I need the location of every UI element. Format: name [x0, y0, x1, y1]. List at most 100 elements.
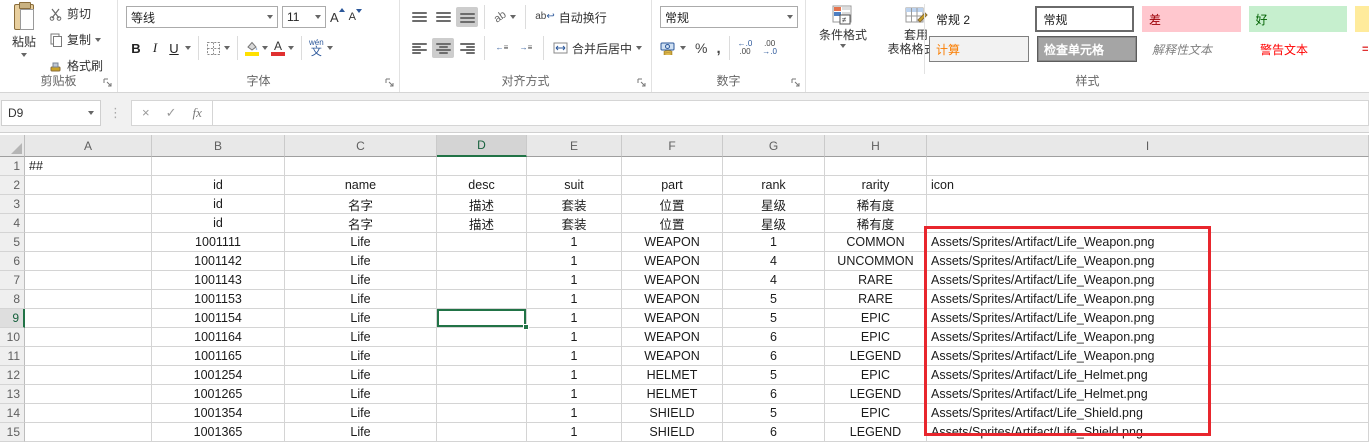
cancel-button[interactable]: ×: [142, 105, 150, 120]
name-box[interactable]: D9: [1, 100, 101, 126]
alignment-dialog-launcher[interactable]: [637, 78, 647, 88]
underline-caret-icon[interactable]: [185, 46, 191, 50]
cell-B13[interactable]: 1001265: [152, 385, 285, 404]
wrap-text-button[interactable]: ab↩ 自动换行: [532, 8, 610, 27]
cell-E10[interactable]: 1: [527, 328, 622, 347]
row-header-5[interactable]: 5: [0, 233, 25, 252]
cell-B15[interactable]: 1001365: [152, 423, 285, 442]
cell-F6[interactable]: WEAPON: [622, 252, 723, 271]
cell-D13[interactable]: [437, 385, 527, 404]
cell-A9[interactable]: [25, 309, 152, 328]
cell-I8[interactable]: Assets/Sprites/Artifact/Life_Weapon.png: [927, 290, 1369, 309]
col-header-E[interactable]: E: [527, 135, 622, 157]
align-bottom-button[interactable]: [456, 7, 478, 27]
cell-B6[interactable]: 1001142: [152, 252, 285, 271]
cell-C5[interactable]: Life: [285, 233, 437, 252]
cell-C6[interactable]: Life: [285, 252, 437, 271]
cell-A6[interactable]: [25, 252, 152, 271]
decrease-font-size-button[interactable]: A: [349, 11, 362, 23]
style-chip-good[interactable]: 好: [1249, 6, 1347, 32]
cell-E14[interactable]: 1: [527, 404, 622, 423]
cell-G1[interactable]: [723, 157, 825, 176]
cell-F7[interactable]: WEAPON: [622, 271, 723, 290]
cell-G4[interactable]: 星级: [723, 214, 825, 233]
cell-E7[interactable]: 1: [527, 271, 622, 290]
accounting-format-button[interactable]: [660, 42, 676, 55]
cell-E13[interactable]: 1: [527, 385, 622, 404]
col-header-G[interactable]: G: [723, 135, 825, 157]
cell-E3[interactable]: 套装: [527, 195, 622, 214]
cell-B4[interactable]: id: [152, 214, 285, 233]
cell-H8[interactable]: RARE: [825, 290, 927, 309]
fill-handle[interactable]: [523, 324, 529, 330]
cell-I13[interactable]: Assets/Sprites/Artifact/Life_Helmet.png: [927, 385, 1369, 404]
col-header-I[interactable]: I: [927, 135, 1369, 157]
font-name-combo[interactable]: 等线: [126, 6, 278, 28]
cell-B12[interactable]: 1001254: [152, 366, 285, 385]
style-chip-partial-top[interactable]: [1355, 6, 1369, 32]
cell-I9[interactable]: Assets/Sprites/Artifact/Life_Weapon.png: [927, 309, 1369, 328]
cell-A8[interactable]: [25, 290, 152, 309]
cell-C1[interactable]: [285, 157, 437, 176]
cell-B1[interactable]: [152, 157, 285, 176]
enter-button[interactable]: ✓: [166, 105, 177, 121]
cell-G10[interactable]: 6: [723, 328, 825, 347]
align-left-button[interactable]: [408, 38, 430, 58]
increase-decimal-button[interactable]: ←.0 .00: [738, 40, 753, 56]
increase-font-size-button[interactable]: A: [330, 10, 345, 25]
cell-G14[interactable]: 5: [723, 404, 825, 423]
col-header-B[interactable]: B: [152, 135, 285, 157]
cell-A5[interactable]: [25, 233, 152, 252]
formula-bar-drag-handle[interactable]: ⋮: [109, 105, 123, 121]
cell-H12[interactable]: EPIC: [825, 366, 927, 385]
cell-I12[interactable]: Assets/Sprites/Artifact/Life_Helmet.png: [927, 366, 1369, 385]
cell-E8[interactable]: 1: [527, 290, 622, 309]
cell-F14[interactable]: SHIELD: [622, 404, 723, 423]
cell-D5[interactable]: [437, 233, 527, 252]
cell-I10[interactable]: Assets/Sprites/Artifact/Life_Weapon.png: [927, 328, 1369, 347]
insert-function-button[interactable]: fx: [193, 105, 202, 121]
cell-F12[interactable]: HELMET: [622, 366, 723, 385]
cell-B9[interactable]: 1001154: [152, 309, 285, 328]
italic-button[interactable]: I: [147, 40, 163, 56]
cell-B11[interactable]: 1001165: [152, 347, 285, 366]
increase-indent-button[interactable]: →≡: [515, 38, 537, 58]
row-header-1[interactable]: 1: [0, 157, 25, 176]
cell-H13[interactable]: LEGEND: [825, 385, 927, 404]
cell-E15[interactable]: 1: [527, 423, 622, 442]
cell-F15[interactable]: SHIELD: [622, 423, 723, 442]
cell-D4[interactable]: 描述: [437, 214, 527, 233]
cell-I1[interactable]: [927, 157, 1369, 176]
fill-color-button[interactable]: [245, 41, 259, 56]
cell-A2[interactable]: [25, 176, 152, 195]
col-header-F[interactable]: F: [622, 135, 723, 157]
conditional-formatting-button[interactable]: ≠ 条件格式: [812, 4, 874, 48]
cell-I11[interactable]: Assets/Sprites/Artifact/Life_Weapon.png: [927, 347, 1369, 366]
cell-F2[interactable]: part: [622, 176, 723, 195]
cell-A4[interactable]: [25, 214, 152, 233]
cell-H10[interactable]: EPIC: [825, 328, 927, 347]
cell-C7[interactable]: Life: [285, 271, 437, 290]
percent-style-button[interactable]: %: [695, 40, 707, 56]
decrease-indent-button[interactable]: ←≡: [491, 38, 513, 58]
cell-A15[interactable]: [25, 423, 152, 442]
cell-G7[interactable]: 4: [723, 271, 825, 290]
style-chip-warning[interactable]: 警告文本: [1253, 36, 1353, 62]
cell-B10[interactable]: 1001164: [152, 328, 285, 347]
col-header-H[interactable]: H: [825, 135, 927, 157]
cell-H9[interactable]: EPIC: [825, 309, 927, 328]
col-header-C[interactable]: C: [285, 135, 437, 157]
cell-F1[interactable]: [622, 157, 723, 176]
cell-H15[interactable]: LEGEND: [825, 423, 927, 442]
cell-G9[interactable]: 5: [723, 309, 825, 328]
formula-input[interactable]: [213, 100, 1369, 126]
cell-I2[interactable]: icon: [927, 176, 1369, 195]
cell-D12[interactable]: [437, 366, 527, 385]
row-header-14[interactable]: 14: [0, 404, 25, 423]
row-header-3[interactable]: 3: [0, 195, 25, 214]
cell-B5[interactable]: 1001111: [152, 233, 285, 252]
style-chip-bad[interactable]: 差: [1142, 6, 1240, 32]
cell-I14[interactable]: Assets/Sprites/Artifact/Life_Shield.png: [927, 404, 1369, 423]
cell-G13[interactable]: 6: [723, 385, 825, 404]
cell-E6[interactable]: 1: [527, 252, 622, 271]
